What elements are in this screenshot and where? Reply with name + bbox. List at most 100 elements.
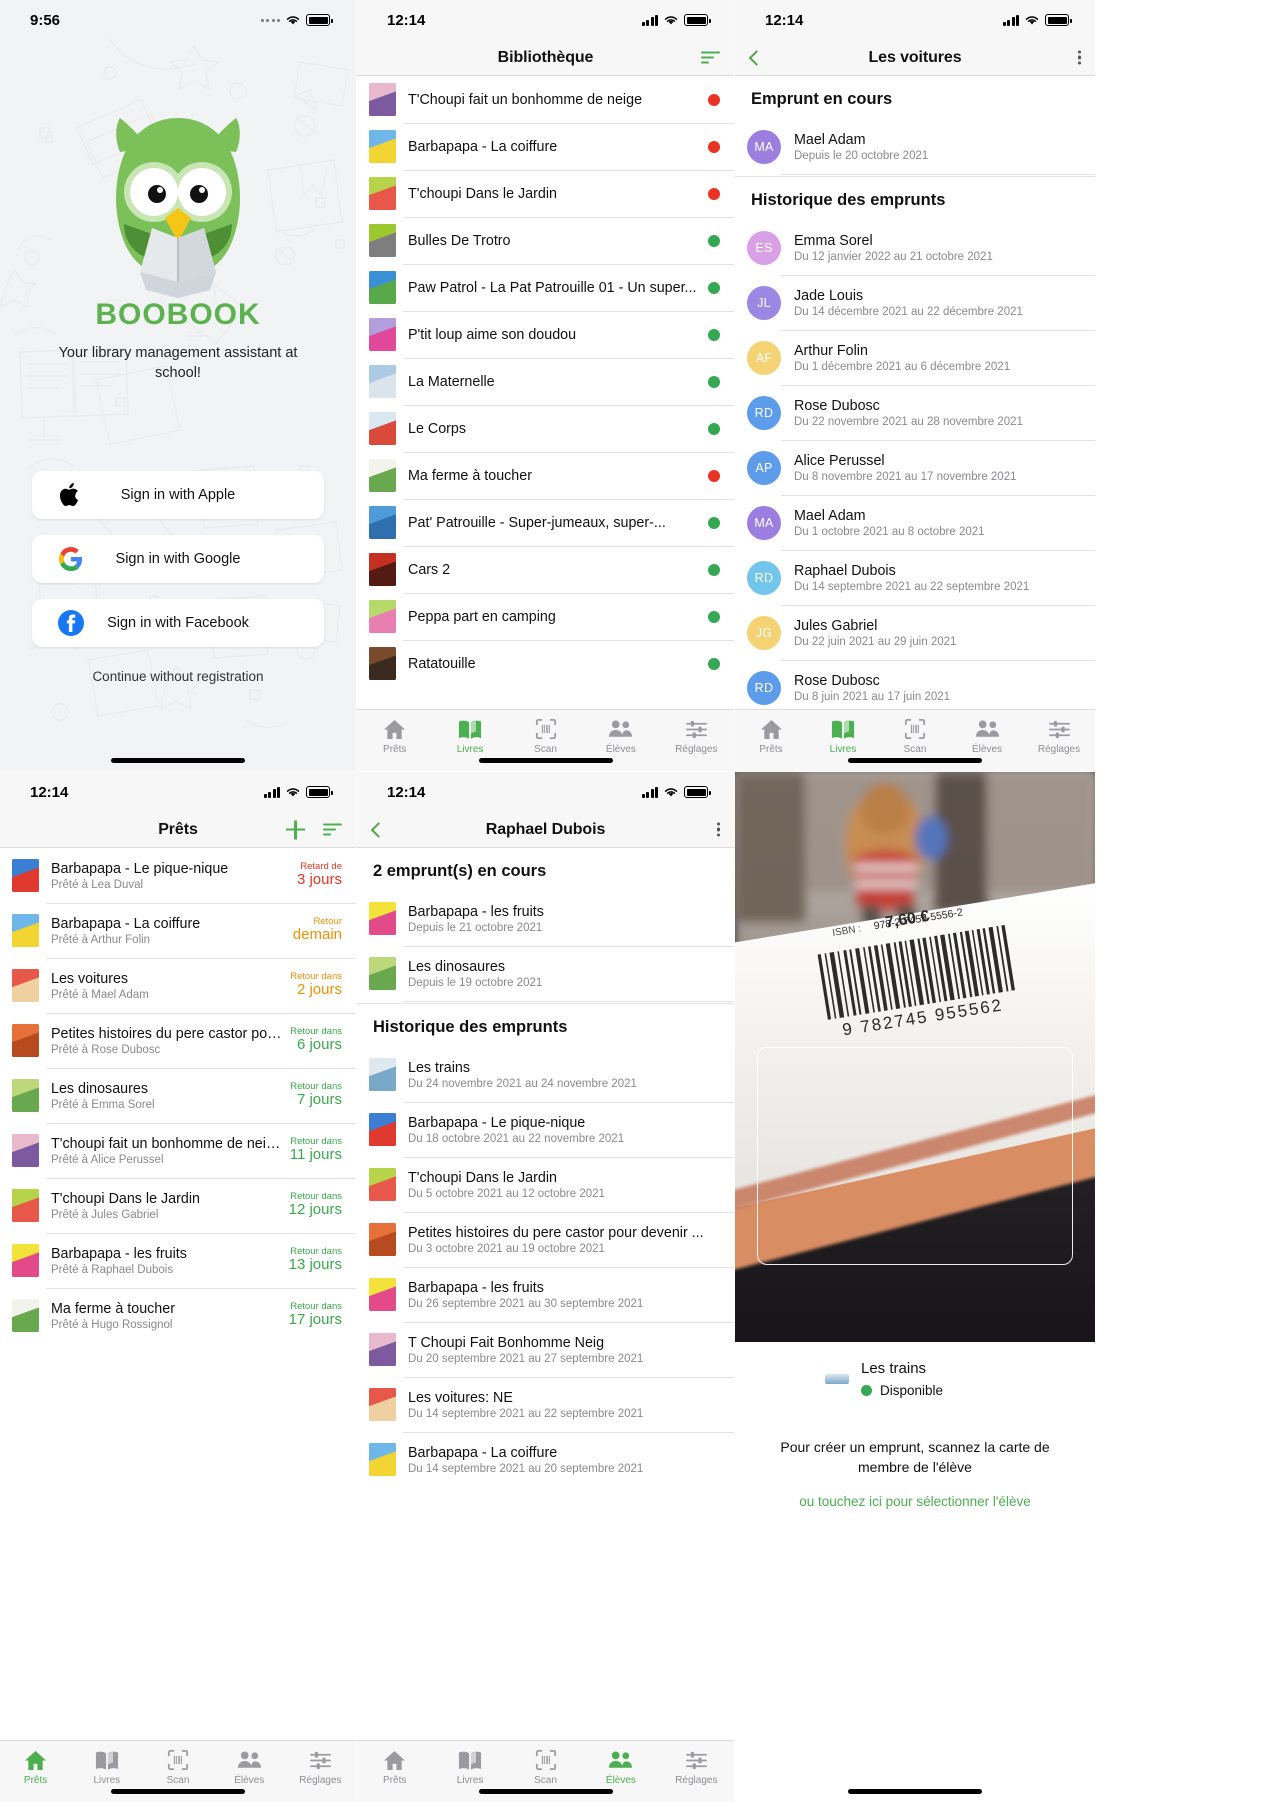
borrower-row[interactable]: ES Emma Sorel Du 12 janvier 2022 au 21 oct… bbox=[735, 220, 1095, 275]
tab-label: Prêts bbox=[759, 744, 783, 755]
tab-label: Réglages bbox=[299, 1775, 342, 1786]
loan-list-item[interactable]: T'choupi fait un bonhomme de neige Prêté … bbox=[0, 1123, 356, 1178]
tab-scan[interactable]: Scan bbox=[142, 1749, 213, 1786]
borrow-dates: Du 8 juin 2021 au 17 juin 2021 bbox=[794, 690, 951, 703]
tab-lves[interactable]: Élèves bbox=[583, 1749, 658, 1786]
scanned-book[interactable]: Les trains Disponible bbox=[735, 1342, 1095, 1398]
student-loan-row[interactable]: T'choupi Dans le Jardin Du 5 octobre 2021… bbox=[357, 1157, 734, 1212]
book-info: P'tit loup aime son doudou bbox=[408, 327, 700, 343]
book-list-item[interactable]: T'Choupi fait un bonhomme de neige bbox=[357, 76, 734, 123]
tab-livres[interactable]: Livres bbox=[807, 718, 879, 755]
book-list-item[interactable]: La Maternelle bbox=[357, 358, 734, 405]
book-list-item[interactable]: Paw Patrol - La Pat Patrouille 01 - Un s… bbox=[357, 264, 734, 311]
student-loan-row[interactable]: Barbapapa - les fruits Du 26 septembre 20… bbox=[357, 1267, 734, 1322]
back-button[interactable] bbox=[748, 49, 765, 66]
student-loan-row[interactable]: Les dinosaures Depuis le 19 octobre 2021 bbox=[357, 946, 734, 1001]
tab-scan[interactable]: Scan bbox=[508, 718, 583, 755]
student-loan-row[interactable]: Petites histoires du pere castor pour de… bbox=[357, 1212, 734, 1267]
student-detail-body[interactable]: 2 emprunt(s) en cours Barbapapa - les fru… bbox=[357, 848, 734, 1487]
borrower-row[interactable]: MA Mael Adam Du 1 octobre 2021 au 8 octobr… bbox=[735, 495, 1095, 550]
loan-list-item[interactable]: Barbapapa - Le pique-nique Prêté à Lea Du… bbox=[0, 848, 356, 903]
student-loan-row[interactable]: Les voitures: NE Du 14 septembre 2021 au … bbox=[357, 1377, 734, 1432]
borrow-detail-body[interactable]: Emprunt en cours MA Mael Adam Depuis le 20 … bbox=[735, 76, 1095, 715]
tab-rglages[interactable]: Réglages bbox=[659, 1749, 734, 1786]
scan-hint: Pour créer un emprunt, scannez la carte … bbox=[780, 1439, 1050, 1475]
borrower-row[interactable]: JG Jules Gabriel Du 22 juin 2021 au 29 jui… bbox=[735, 605, 1095, 660]
tab-scan[interactable]: Scan bbox=[879, 718, 951, 755]
sign-in-apple-button[interactable]: Sign in with Apple bbox=[32, 471, 324, 520]
tab-scan[interactable]: Scan bbox=[508, 1749, 583, 1786]
borrower-row[interactable]: RD Rose Dubosc Du 22 novembre 2021 au 28 n… bbox=[735, 385, 1095, 440]
avatar: MA bbox=[747, 129, 781, 164]
book-list-item[interactable]: Barbapapa - La coiffure bbox=[357, 123, 734, 170]
sliders-icon bbox=[685, 718, 708, 740]
plus-icon[interactable] bbox=[286, 820, 305, 839]
loan-list-item[interactable]: Ma ferme à toucher Prêté à Hugo Rossignol… bbox=[0, 1288, 356, 1343]
borrower-row[interactable]: RD Rose Dubosc Du 8 juin 2021 au 17 juin 2… bbox=[735, 660, 1095, 715]
sort-icon[interactable] bbox=[323, 823, 342, 836]
sign-in-google-button[interactable]: Sign in with Google bbox=[32, 535, 324, 584]
wifi-icon bbox=[286, 788, 300, 797]
select-student-link[interactable]: ou touchez ici pour sélectionner l'élève bbox=[735, 1494, 1095, 1509]
book-list-item[interactable]: P'tit loup aime son doudou bbox=[357, 311, 734, 358]
availability-dot-icon bbox=[708, 657, 720, 670]
book-list-item[interactable]: Bulles De Trotro bbox=[357, 217, 734, 264]
loan-list[interactable]: Barbapapa - Le pique-nique Prêté à Lea Du… bbox=[0, 848, 356, 1343]
book-list-item[interactable]: Pat' Patrouille - Super-jumeaux, super-.… bbox=[357, 499, 734, 546]
borrower-row[interactable]: RD Raphael Dubois Du 14 septembre 2021 au … bbox=[735, 550, 1095, 605]
borrower-row[interactable]: AP Alice Perussel Du 8 novembre 2021 au 17… bbox=[735, 440, 1095, 495]
book-list-item[interactable]: Le Corps bbox=[357, 405, 734, 452]
borrow-dates: Du 14 décembre 2021 au 22 décembre 2021 bbox=[794, 305, 1023, 318]
back-button[interactable] bbox=[370, 821, 387, 838]
loan-list-item[interactable]: T'choupi Dans le Jardin Prêté à Jules Gab… bbox=[0, 1178, 356, 1233]
continue-without-registration-link[interactable]: Continue without registration bbox=[92, 669, 263, 684]
borrower-row[interactable]: AF Arthur Folin Du 1 décembre 2021 au 6 dé… bbox=[735, 330, 1095, 385]
status-bar: 12:14 bbox=[0, 772, 356, 812]
sign-in-facebook-button[interactable]: Sign in with Facebook bbox=[32, 599, 324, 648]
student-loan-row[interactable]: Barbapapa - Le pique-nique Du 18 octobre … bbox=[357, 1102, 734, 1157]
tab-rglages[interactable]: Réglages bbox=[1023, 718, 1095, 755]
tab-livres[interactable]: Livres bbox=[71, 1749, 142, 1786]
book-list[interactable]: T'Choupi fait un bonhomme de neige Barbap… bbox=[357, 76, 734, 687]
tab-lves[interactable]: Élèves bbox=[951, 718, 1023, 755]
book-list-item[interactable]: Ma ferme à toucher bbox=[357, 452, 734, 499]
loan-list-item[interactable]: Les dinosaures Prêté à Emma Sorel Retour d… bbox=[0, 1068, 356, 1123]
tab-livres[interactable]: Livres bbox=[432, 1749, 507, 1786]
borrower-info: Arthur Folin Du 1 décembre 2021 au 6 déce… bbox=[794, 343, 1081, 373]
book-list-item[interactable]: Peppa part en camping bbox=[357, 593, 734, 640]
people-icon bbox=[608, 1749, 633, 1771]
book-list-item[interactable]: Cars 2 bbox=[357, 546, 734, 593]
loan-list-item[interactable]: Barbapapa - les fruits Prêté à Raphael Du… bbox=[0, 1233, 356, 1288]
more-vertical-icon[interactable] bbox=[1077, 50, 1081, 65]
tab-prts[interactable]: Prêts bbox=[0, 1749, 71, 1786]
sliders-icon bbox=[309, 1749, 332, 1771]
book-icon bbox=[831, 718, 855, 740]
borrower-row[interactable]: JL Jade Louis Du 14 décembre 2021 au 22 dé… bbox=[735, 275, 1095, 330]
student-loan-row[interactable]: Barbapapa - La coiffure Du 14 septembre 2… bbox=[357, 1432, 734, 1487]
tab-lves[interactable]: Élèves bbox=[214, 1749, 285, 1786]
tab-livres[interactable]: Livres bbox=[432, 718, 507, 755]
camera-preview[interactable]: 7,60 € ISBN : 978-2-7459-5556-2 9 782745… bbox=[735, 772, 1095, 1342]
battery-icon bbox=[306, 14, 333, 26]
student-loan-row[interactable]: T Choupi Fait Bonhomme Neig Du 20 septemb… bbox=[357, 1322, 734, 1377]
tab-rglages[interactable]: Réglages bbox=[285, 1749, 356, 1786]
loan-list-item[interactable]: Les voitures Prêté à Mael Adam Retour dans… bbox=[0, 958, 356, 1013]
book-thumbnail bbox=[369, 130, 396, 163]
tab-rglages[interactable]: Réglages bbox=[659, 718, 734, 755]
tab-prts[interactable]: Prêts bbox=[357, 1749, 432, 1786]
loan-list-item[interactable]: Barbapapa - La coiffure Prêté à Arthur Fo… bbox=[0, 903, 356, 958]
student-loan-row[interactable]: Barbapapa - les fruits Depuis le 21 octob… bbox=[357, 891, 734, 946]
more-vertical-icon[interactable] bbox=[716, 822, 720, 837]
book-list-item[interactable]: Ratatouille bbox=[357, 640, 734, 687]
borrower-name: Alice Perussel bbox=[794, 452, 885, 469]
tab-prts[interactable]: Prêts bbox=[735, 718, 807, 755]
student-loan-row[interactable]: Les trains Du 24 novembre 2021 au 24 nove… bbox=[357, 1047, 734, 1102]
avatar: AP bbox=[747, 450, 781, 485]
book-list-item[interactable]: T'choupi Dans le Jardin bbox=[357, 170, 734, 217]
loan-list-item[interactable]: Petites histoires du pere castor pour ..… bbox=[0, 1013, 356, 1068]
tab-lves[interactable]: Élèves bbox=[583, 718, 658, 755]
tab-prts[interactable]: Prêts bbox=[357, 718, 432, 755]
tab-label: Livres bbox=[456, 1775, 484, 1786]
sort-icon[interactable] bbox=[701, 51, 720, 64]
borrower-row[interactable]: MA Mael Adam Depuis le 20 octobre 2021 bbox=[735, 119, 1095, 174]
